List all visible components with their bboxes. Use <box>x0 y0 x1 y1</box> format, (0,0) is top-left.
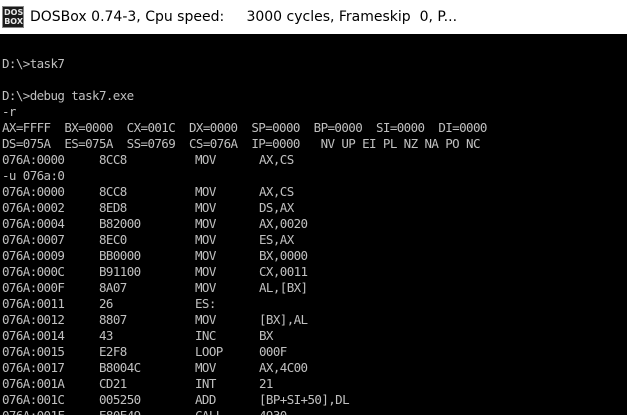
instruction-operands: BX <box>259 328 273 343</box>
disassembly-row: 076A:0014 43 INC BX <box>2 328 627 344</box>
instruction-address: 076A:0017 <box>2 360 65 375</box>
instruction-code: 8807 <box>99 312 127 327</box>
instruction-operands: 4930 <box>259 408 287 415</box>
instruction-address: 076A:0011 <box>2 296 65 311</box>
instruction-mnemonic: INT <box>195 376 216 391</box>
instruction-operands: AL,[BX] <box>259 280 308 295</box>
instruction-operands: [BX],AL <box>259 312 308 327</box>
title-bar[interactable]: DOS BOX DOSBox 0.74-3, Cpu speed: 3000 c… <box>0 0 627 34</box>
disassembly-row: 076A:0002 8ED8 MOV DS,AX <box>2 200 627 216</box>
instruction-mnemonic: INC <box>195 328 216 343</box>
register-line: AX=FFFF BX=0000 CX=001C DX=0000 SP=0000 … <box>2 120 487 135</box>
instruction-operands: AX,CS <box>259 184 294 199</box>
instruction-code: E2F8 <box>99 344 127 359</box>
instruction-code: 43 <box>99 328 113 343</box>
disassembly-row: 076A:0012 8807 MOV [BX],AL <box>2 312 627 328</box>
instruction-mnemonic: MOV <box>195 216 216 231</box>
instruction-operands: AX,0020 <box>259 216 308 231</box>
instruction-code: 8EC0 <box>99 232 127 247</box>
current-instruction: 076A:0000 8CC8 MOV AX,CS <box>2 152 627 168</box>
instruction-operands: CX,0011 <box>259 264 308 279</box>
instruction-code: 26 <box>99 296 113 311</box>
instruction-operands: 000F <box>259 344 287 359</box>
instruction-mnemonic: MOV <box>195 280 216 295</box>
disassembly-row: 076A:000F 8A07 MOV AL,[BX] <box>2 280 627 296</box>
instruction-code: 005250 <box>99 392 141 407</box>
instruction-mnemonic: ES: <box>195 296 216 311</box>
instruction-mnemonic: MOV <box>195 264 216 279</box>
instruction-code: 8CC8 <box>99 184 127 199</box>
disassembly-list: 076A:0000 8CC8 MOV AX,CS 076A:0002 8ED8 MOV DS,… <box>2 184 627 415</box>
instruction-mnemonic: MOV <box>195 312 216 327</box>
window-title: DOSBox 0.74-3, Cpu speed: 3000 cycles, F… <box>30 9 458 25</box>
dosbox-icon[interactable]: DOS BOX <box>2 6 24 28</box>
instruction-operands: AX,CS <box>259 152 294 167</box>
instruction-operands: BX,0000 <box>259 248 308 263</box>
instruction-code: B8004C <box>99 360 141 375</box>
instruction-address: 076A:0000 <box>2 184 65 199</box>
disassembly-row: 076A:0004 B82000 MOV AX,0020 <box>2 216 627 232</box>
console-line: -r <box>2 104 16 119</box>
icon-letters-top: DOS <box>4 8 24 17</box>
disassembly-row: 076A:000C B91100 MOV CX,0011 <box>2 264 627 280</box>
disassembly-row: 076A:0011 26 ES: <box>2 296 627 312</box>
instruction-mnemonic: LOOP <box>195 344 223 359</box>
instruction-address: 076A:0002 <box>2 200 65 215</box>
instruction-address: 076A:000F <box>2 280 65 295</box>
instruction-mnemonic: MOV <box>195 184 216 199</box>
instruction-code: B82000 <box>99 216 141 231</box>
disassembly-row: 076A:001A CD21 INT 21 <box>2 376 627 392</box>
instruction-mnemonic: MOV <box>195 248 216 263</box>
instruction-code: 8ED8 <box>99 200 127 215</box>
instruction-address: 076A:0012 <box>2 312 65 327</box>
instruction-address: 076A:001A <box>2 376 65 391</box>
instruction-mnemonic: MOV <box>195 152 216 167</box>
instruction-mnemonic: CALL <box>195 408 223 415</box>
instruction-mnemonic: ADD <box>195 392 216 407</box>
instruction-code: E80E49 <box>99 408 141 415</box>
instruction-address: 076A:0004 <box>2 216 65 231</box>
console-line: -u 076a:0 <box>2 168 65 183</box>
instruction-address: 076A:0014 <box>2 328 65 343</box>
instruction-code: CD21 <box>99 376 127 391</box>
instruction-code: 8A07 <box>99 280 127 295</box>
instruction-operands: AX,4C00 <box>259 360 308 375</box>
instruction-operands: DS,AX <box>259 200 294 215</box>
instruction-address: 076A:0007 <box>2 232 65 247</box>
instruction-address: 076A:0015 <box>2 344 65 359</box>
instruction-code: BB0000 <box>99 248 141 263</box>
instruction-mnemonic: MOV <box>195 232 216 247</box>
instruction-mnemonic: MOV <box>195 200 216 215</box>
instruction-operands: [BP+SI+50],DL <box>259 392 350 407</box>
disassembly-row: 076A:001C 005250 ADD [BP+SI+50],DL <box>2 392 627 408</box>
instruction-address: 076A:0009 <box>2 248 65 263</box>
dosbox-window: DOS BOX DOSBox 0.74-3, Cpu speed: 3000 c… <box>0 0 627 415</box>
disassembly-row: 076A:0000 8CC8 MOV AX,CS <box>2 184 627 200</box>
instruction-operands: ES,AX <box>259 232 294 247</box>
instruction-mnemonic: MOV <box>195 360 216 375</box>
console-line: D:\>task7 <box>2 56 65 71</box>
instruction-operands: 21 <box>259 376 273 391</box>
disassembly-row: 076A:0017 B8004C MOV AX,4C00 <box>2 360 627 376</box>
instruction-address: 076A:001C <box>2 392 65 407</box>
instruction-address: 076A:0000 <box>2 152 65 167</box>
instruction-address: 076A:000C <box>2 264 65 279</box>
console-output[interactable]: D:\>task7 D:\>debug task7.exe -r AX=FFFF… <box>2 40 627 415</box>
disassembly-row: 076A:0007 8EC0 MOV ES,AX <box>2 232 627 248</box>
icon-letters-bottom: BOX <box>4 17 23 26</box>
disassembly-row: 076A:0009 BB0000 MOV BX,0000 <box>2 248 627 264</box>
instruction-code: B91100 <box>99 264 141 279</box>
disassembly-row: 076A:001F E80E49 CALL 4930 <box>2 408 627 415</box>
console-line: D:\>debug task7.exe <box>2 88 134 103</box>
instruction-address: 076A:001F <box>2 408 65 415</box>
instruction-code: 8CC8 <box>99 152 127 167</box>
disassembly-row: 076A:0015 E2F8 LOOP 000F <box>2 344 627 360</box>
register-line: DS=075A ES=075A SS=0769 CS=076A IP=0000 … <box>2 136 480 151</box>
